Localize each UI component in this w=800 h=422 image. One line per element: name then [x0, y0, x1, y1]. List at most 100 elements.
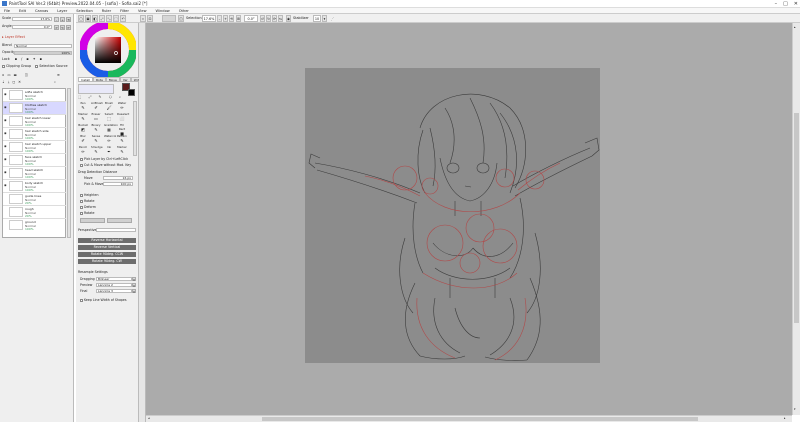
crop-icon[interactable]: ⌗ — [140, 15, 146, 22]
new-mask-icon[interactable]: ◫ — [25, 73, 28, 77]
eye-icon[interactable]: ◉ — [4, 131, 8, 135]
final-select[interactable]: Lanczos 3 — [96, 289, 132, 293]
eye-icon[interactable]: ◉ — [4, 157, 8, 161]
eye-icon[interactable]: ◉ — [4, 118, 8, 122]
layer-item[interactable]: ◉ face sketch Normal 100% — [3, 154, 66, 167]
tool-binary[interactable]: Binary ✎ — [91, 123, 101, 133]
tool-pencil[interactable]: Pencil ✏ — [78, 145, 88, 155]
new-linework-icon[interactable]: ▭ — [7, 73, 10, 77]
tool-ink[interactable]: Ink ✒ — [104, 145, 114, 155]
tab-ver1[interactable]: Ver 1 — [119, 77, 131, 86]
tool-select[interactable]: Select ⬚ — [104, 112, 114, 122]
undo-icon[interactable]: ↶ — [120, 15, 126, 22]
color-swatch-area[interactable] — [78, 84, 114, 94]
scale-field[interactable]: 17.6% — [12, 17, 52, 21]
stabilizer-dropdown[interactable]: ▾ — [322, 15, 327, 22]
horizontal-scroll-thumb[interactable] — [262, 417, 698, 421]
tool-marker2[interactable]: Marker ✎ — [117, 145, 127, 155]
scroll-right-icon[interactable]: ▸ — [784, 416, 786, 420]
pick-move-field[interactable]: 100 px — [103, 182, 133, 186]
tool-eraser[interactable]: Eraser ▭ — [91, 112, 101, 122]
cancel-button-disabled[interactable] — [107, 218, 132, 223]
layer-scrollbar[interactable] — [67, 88, 71, 238]
eye-icon-hidden[interactable] — [4, 222, 8, 226]
dragging-dropdown[interactable]: ▾ — [132, 277, 136, 282]
eye-icon[interactable]: ◉ — [4, 105, 8, 109]
tool-sense[interactable]: Sense ✎ — [91, 134, 101, 144]
blend-select[interactable]: Normal — [14, 44, 72, 48]
free-transform-icon[interactable]: ⬚ — [113, 15, 119, 22]
layer-item[interactable]: rough Normal 20% — [3, 206, 66, 219]
vertical-scrollbar[interactable]: ▴ ▾ — [792, 23, 800, 415]
quick-tool-icons[interactable]: ⬚ ⤢ ✎ ⬡ ⌕ — [78, 95, 124, 99]
tool-bucket[interactable]: Bucket ◩ — [78, 123, 88, 133]
angle-field-nav[interactable]: 0.0° — [12, 25, 52, 29]
menu-canvas[interactable]: Canvas — [35, 9, 48, 13]
minimize-button[interactable]: – — [775, 1, 778, 7]
layer-item[interactable]: ◉ body sketch Normal 100% — [3, 180, 66, 193]
zoom-out-icon[interactable]: – — [217, 15, 222, 22]
rotate-reset-icon[interactable]: ⟳ — [272, 15, 277, 22]
panel-divider[interactable] — [139, 23, 146, 422]
maximize-button[interactable]: □ — [783, 1, 788, 7]
eye-icon[interactable]: ◉ — [4, 92, 8, 96]
zoom-reset-icon[interactable]: ⟲ — [229, 15, 234, 22]
layer-item-selected[interactable]: ◉ Clothes sketch Normal 100% — [3, 102, 66, 115]
eye-icon[interactable]: ◉ — [4, 144, 8, 148]
menu-file[interactable]: File — [4, 9, 10, 13]
rotate-right-icon[interactable]: ↻ — [266, 15, 271, 22]
tool-pattern[interactable]: Pattern ✎ — [117, 134, 127, 144]
clear-layer-icon[interactable]: ◻ — [12, 80, 15, 84]
fit-icon[interactable]: ⊡ — [147, 15, 153, 22]
menu-other[interactable]: Other — [179, 9, 189, 13]
clipping-checkbox[interactable] — [2, 64, 5, 68]
scale-plus-button[interactable]: + — [60, 17, 65, 22]
vertical-scroll-thumb[interactable] — [794, 113, 799, 323]
tool-brush[interactable]: Brush 🖌 — [104, 101, 114, 111]
tool-marker[interactable]: Marker ✎ — [78, 112, 88, 122]
move-distance-field[interactable]: 16 px — [103, 176, 133, 180]
menu-filter[interactable]: Filter — [120, 9, 129, 13]
deform-checkbox[interactable] — [80, 205, 83, 209]
selection-source-checkbox[interactable] — [35, 64, 39, 68]
search-layer-icon[interactable]: ⌕ — [54, 80, 56, 84]
menu-window[interactable]: Window — [156, 9, 170, 13]
preview-dropdown[interactable]: ▾ — [132, 283, 136, 288]
heighten-checkbox[interactable] — [80, 193, 83, 197]
rotate-checkbox[interactable] — [80, 199, 83, 203]
tool-airbrush[interactable]: AirBrush ✐ — [91, 101, 103, 111]
layer-item[interactable]: ground Normal 100% — [3, 219, 66, 232]
eye-icon[interactable]: ◉ — [4, 170, 8, 174]
layer-item[interactable]: ◉ hair sketch lower Normal 100% — [3, 115, 66, 128]
eye-icon[interactable]: ◉ — [4, 183, 8, 187]
menu-ruler[interactable]: Ruler — [102, 9, 111, 13]
canvas[interactable] — [305, 68, 600, 363]
tab-install[interactable]: Install — [78, 77, 94, 82]
layer-item[interactable]: ◉ hair sketch upper Normal 100% — [3, 141, 66, 154]
tool-fill-rect[interactable]: Fill Rect ■ — [117, 123, 127, 136]
rotate-ccw-button[interactable]: Rotate 90deg. CCW — [78, 252, 136, 257]
layer-menu-icon[interactable]: ≡ — [57, 73, 60, 77]
menu-selection[interactable]: Selection — [76, 9, 93, 13]
scroll-down-icon[interactable]: ▾ — [794, 407, 796, 411]
layer-item[interactable]: ◉ sofia sketch Normal 100% — [3, 89, 66, 102]
tab-move[interactable]: Move — [105, 77, 120, 82]
menu-layer[interactable]: Layer — [57, 9, 67, 13]
layer-effect-toggle[interactable]: ▸ Layer Effect — [2, 35, 25, 39]
new-layer-icon[interactable]: ▫ — [2, 73, 4, 77]
lock-icons[interactable]: ▪ / ▪ ✦ ▪ — [15, 57, 44, 61]
delete-layer-icon[interactable]: ✕ — [18, 80, 21, 84]
layer-item[interactable]: guide lines Normal 20% — [3, 193, 66, 206]
layer-item[interactable]: ◉ head sketch Normal 100% — [3, 167, 66, 180]
tab-rota[interactable]: Rota — [93, 77, 106, 82]
color-wheel[interactable] — [80, 23, 136, 77]
layer-item[interactable]: ◉ hair sketch side Normal 100% — [3, 128, 66, 141]
zoom-field[interactable]: 17.6% — [202, 15, 216, 22]
perspective-slider[interactable] — [96, 228, 136, 232]
scale-reset-button[interactable]: ⟲ — [66, 17, 71, 22]
tool-gradation[interactable]: Gradation ▦ — [104, 123, 118, 133]
transform-icon[interactable]: ⤢ — [99, 15, 105, 22]
scroll-up-icon[interactable]: ▴ — [794, 25, 796, 29]
opacity-slider[interactable]: 100% — [14, 51, 72, 55]
selection-edge-icon[interactable]: ◫ — [178, 15, 184, 22]
